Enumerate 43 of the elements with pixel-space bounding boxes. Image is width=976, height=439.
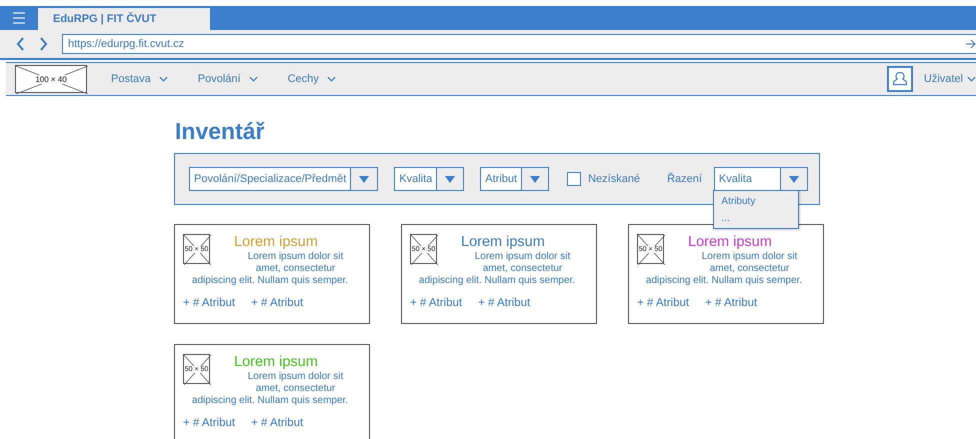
item-description: Lorem ipsum dolor sit amet, consectetur adipiscing elit. Nullam quis semper. <box>418 251 576 287</box>
item-title: Lorem ipsum <box>461 234 546 251</box>
attribute-link[interactable]: + # Atribut <box>251 297 304 309</box>
chevron-down-icon <box>326 76 336 82</box>
attribute-link[interactable]: + # Atribut <box>705 297 758 309</box>
item-title: Lorem ipsum <box>234 354 319 371</box>
attribute-link[interactable]: + # Atribut <box>251 417 304 429</box>
item-title: Lorem ipsum <box>688 234 773 251</box>
browser-tab[interactable]: EduRPG | FIT ČVUT <box>38 8 210 30</box>
attribute-link[interactable]: + # Atribut <box>478 297 530 309</box>
placeholder-size-label: 100 × 40 <box>34 74 68 84</box>
dropdown-arrow-icon <box>788 176 799 182</box>
nav-menu-item[interactable]: Postava <box>111 73 168 85</box>
attribute-link[interactable]: + # Atribut <box>183 297 236 309</box>
dropdown-arrow-icon <box>530 176 540 182</box>
filter-dropdown[interactable]: Atribut <box>480 167 550 191</box>
dropdown-arrow-icon <box>359 176 370 182</box>
item-description: Lorem ipsum dolor sit amet, consectetur adipiscing elit. Nullam quis semper. <box>192 251 350 287</box>
attribute-link[interactable]: + # Atribut <box>183 417 236 429</box>
go-arrow-icon[interactable] <box>966 39 976 49</box>
filter-dropdown[interactable]: Povolání/Specializace/Předmět <box>189 167 378 191</box>
item-description: Lorem ipsum dolor sit amet, consectetur adipiscing elit. Nullam quis semper. <box>192 371 350 407</box>
sort-label: Řazení <box>667 173 702 185</box>
chevron-down-icon <box>248 76 258 82</box>
checkbox-label: Nezískané <box>588 173 640 185</box>
item-title: Lorem ipsum <box>234 234 319 251</box>
dropdown-arrow-icon <box>445 176 456 182</box>
chevron-down-icon <box>158 76 168 82</box>
address-field[interactable]: https://edurpg.fit.cvut.cz <box>62 34 976 54</box>
nav-menu-item[interactable]: Povolání <box>198 73 258 85</box>
forward-icon[interactable] <box>39 37 48 51</box>
filter-dropdown[interactable]: Kvalita <box>394 167 464 191</box>
item-description: Lorem ipsum dolor sit amet, consectetur adipiscing elit. Nullam quis semper. <box>646 251 804 287</box>
attribute-link[interactable]: + # Atribut <box>637 297 690 309</box>
attribute-link[interactable]: + # Atribut <box>410 297 462 309</box>
user-menu[interactable]: Uživatel <box>924 73 976 85</box>
back-icon[interactable] <box>16 37 25 51</box>
nav-menu-item[interactable]: Cechy <box>288 73 336 85</box>
user-icon[interactable] <box>886 66 913 92</box>
page-title: Inventář <box>175 118 266 145</box>
dropdown-option[interactable]: Atributy <box>714 193 798 210</box>
checkbox[interactable] <box>567 172 582 186</box>
dropdown-option[interactable]: ... <box>714 210 798 227</box>
